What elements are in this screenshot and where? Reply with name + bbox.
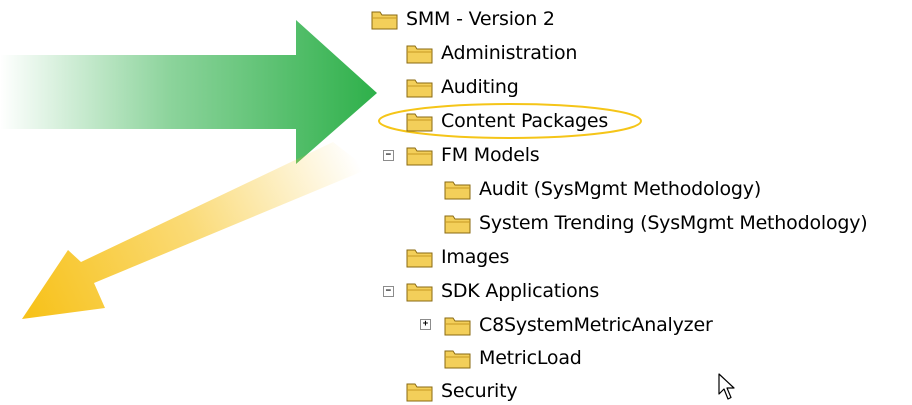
tree-item-auditing[interactable]: Auditing [406,73,519,101]
tree-item-label: MetricLoad [479,347,582,369]
folder-icon [371,11,398,30]
folder-icon [444,215,471,234]
expand-toggle-c8systemmetricanalyzer[interactable]: + [420,319,431,330]
tree-item-images[interactable]: Images [406,243,509,271]
tree-item-audit-sysmgmt[interactable]: Audit (SysMgmt Methodology) [444,175,761,203]
tree-item-label: Content Packages [441,110,609,132]
tree-item-label: System Trending (SysMgmt Methodology) [479,212,868,234]
mouse-cursor-icon [718,373,735,400]
folder-icon [406,283,433,302]
folder-icon [406,45,433,64]
tree-item-administration[interactable]: Administration [406,39,577,67]
folder-icon [406,249,433,268]
plus-icon: + [422,319,429,329]
tree-item-label: Administration [441,42,578,64]
tree-item-label: SDK Applications [441,280,600,302]
tree-item-smm-version-2[interactable]: SMM - Version 2 [371,5,555,33]
tree-item-label: Security [441,380,518,402]
folder-icon [444,181,471,200]
folder-icon [444,350,471,369]
green-arrow [0,20,377,164]
tree-item-security[interactable]: Security [406,377,518,405]
tree-item-metricload[interactable]: MetricLoad [444,344,582,372]
folder-icon [406,113,433,132]
tree-item-c8systemmetricanalyzer[interactable]: C8SystemMetricAnalyzer [444,311,713,339]
collapse-toggle-sdk-applications[interactable]: − [383,286,394,297]
folder-icon [406,79,433,98]
minus-icon: − [385,150,392,160]
tree-item-content-packages[interactable]: Content Packages [406,107,608,135]
folder-icon [406,147,433,166]
folder-icon [406,383,433,402]
tree-item-label: Audit (SysMgmt Methodology) [479,178,762,200]
tree-item-label: Auditing [441,76,519,98]
tree-item-label: FM Models [441,144,540,166]
folder-icon [444,317,471,336]
tree-item-fm-models[interactable]: FM Models [406,141,540,169]
tree-item-label: SMM - Version 2 [406,8,555,30]
tree-item-label: Images [441,246,510,268]
tree-item-label: C8SystemMetricAnalyzer [479,314,713,336]
collapse-toggle-fm-models[interactable]: − [383,150,394,161]
tree-item-sdk-applications[interactable]: SDK Applications [406,277,599,305]
minus-icon: − [385,286,392,296]
yellow-arrow [22,142,368,319]
tree-item-system-trending[interactable]: System Trending (SysMgmt Methodology) [444,209,868,237]
